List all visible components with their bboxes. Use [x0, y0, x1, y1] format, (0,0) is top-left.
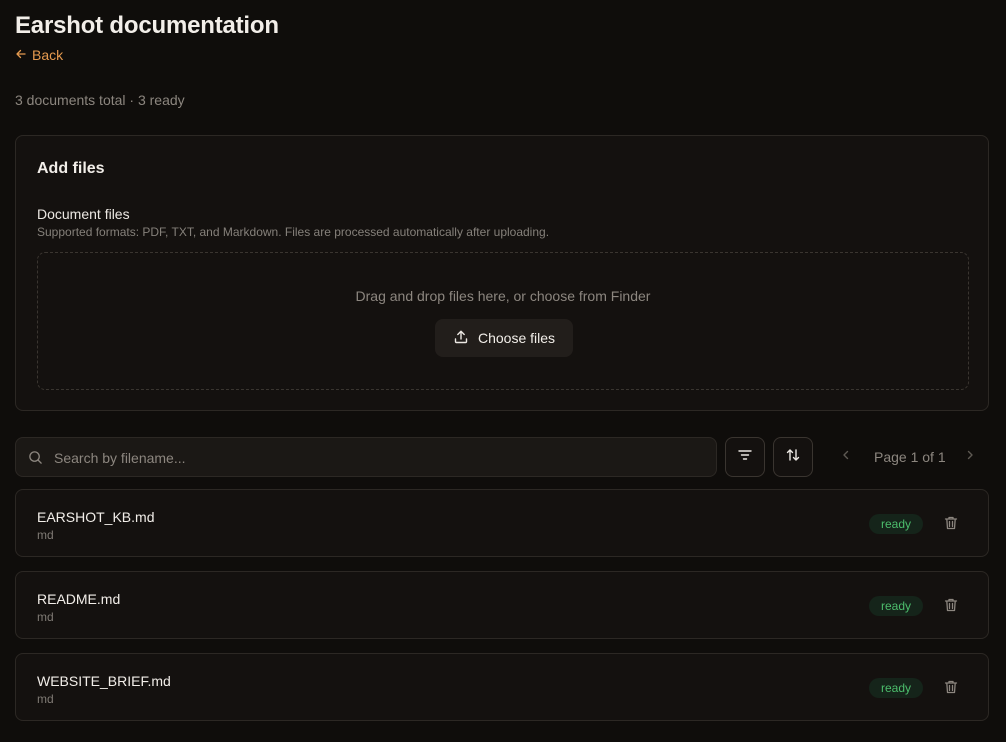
- file-name: WEBSITE_BRIEF.md: [37, 673, 171, 689]
- back-link[interactable]: Back: [15, 47, 63, 63]
- documents-summary: 3 documents total · 3 ready: [15, 92, 185, 108]
- chevron-left-icon: [840, 448, 852, 466]
- file-type: md: [37, 528, 54, 542]
- file-type: md: [37, 692, 54, 706]
- document-files-label: Document files: [37, 206, 130, 222]
- trash-icon: [943, 516, 959, 535]
- status-badge: ready: [869, 678, 923, 698]
- file-type: md: [37, 610, 54, 624]
- page-title: Earshot documentation: [15, 12, 279, 39]
- previous-page-button[interactable]: [836, 447, 856, 467]
- file-name: EARSHOT_KB.md: [37, 509, 155, 525]
- trash-icon: [943, 598, 959, 617]
- arrow-left-icon: [15, 47, 27, 63]
- chevron-right-icon: [964, 448, 976, 466]
- choose-files-button[interactable]: Choose files: [435, 319, 573, 357]
- search-box: [15, 437, 717, 478]
- delete-file-button[interactable]: [943, 597, 959, 615]
- sort-button[interactable]: [773, 437, 813, 477]
- file-row[interactable]: EARSHOT_KB.md md ready: [15, 489, 989, 557]
- dropzone-text: Drag and drop files here, or choose from…: [355, 288, 651, 304]
- add-files-card: Add files Document files Supported forma…: [15, 135, 989, 411]
- page-indicator: Page 1 of 1: [874, 449, 946, 465]
- next-page-button[interactable]: [960, 447, 980, 467]
- delete-file-button[interactable]: [943, 515, 959, 533]
- supported-formats-help: Supported formats: PDF, TXT, and Markdow…: [37, 225, 550, 239]
- search-input[interactable]: [52, 438, 706, 478]
- file-name: README.md: [37, 591, 121, 607]
- delete-file-button[interactable]: [943, 679, 959, 697]
- upload-icon: [453, 329, 469, 348]
- file-row[interactable]: README.md md ready: [15, 571, 989, 639]
- back-label: Back: [32, 47, 64, 63]
- sort-icon: [785, 447, 801, 468]
- trash-icon: [943, 680, 959, 699]
- file-row[interactable]: WEBSITE_BRIEF.md md ready: [15, 653, 989, 721]
- filter-icon: [737, 447, 753, 468]
- file-dropzone[interactable]: Drag and drop files here, or choose from…: [37, 252, 969, 390]
- status-badge: ready: [869, 596, 923, 616]
- add-files-title: Add files: [37, 160, 105, 177]
- status-badge: ready: [869, 514, 923, 534]
- choose-files-label: Choose files: [477, 330, 556, 346]
- filter-button[interactable]: [725, 437, 765, 477]
